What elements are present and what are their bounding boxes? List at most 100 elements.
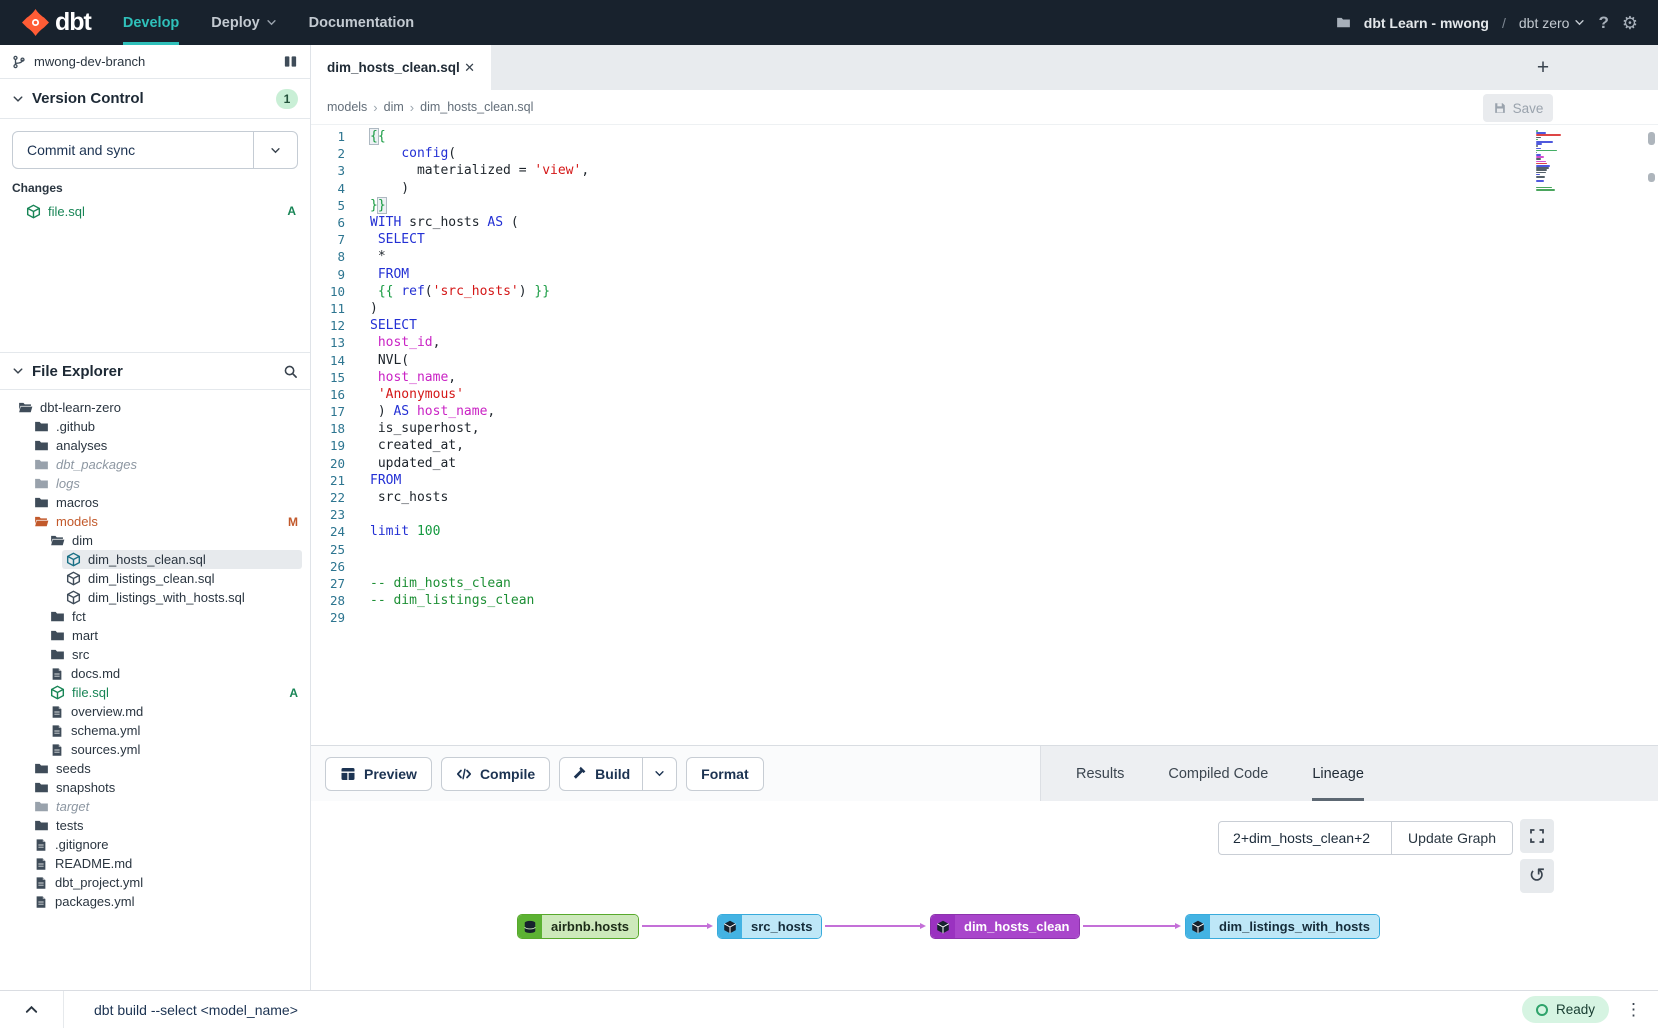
tree-item-packages.yml[interactable]: packages.yml: [0, 892, 310, 911]
lineage-node-dim_hosts_clean[interactable]: dim_hosts_clean: [930, 914, 1080, 939]
tree-item-target[interactable]: target: [0, 797, 310, 816]
lineage-filter-input[interactable]: 2+dim_hosts_clean+2: [1219, 822, 1391, 854]
lineage-node-label: dim_listings_with_hosts: [1210, 915, 1379, 938]
tree-item-models[interactable]: modelsM: [0, 512, 310, 531]
breadcrumb: models › dim › dim_hosts_clean.sql Save: [311, 90, 1658, 125]
file-icon: [34, 857, 48, 871]
tree-item-.gitignore[interactable]: .gitignore: [0, 835, 310, 854]
tree-item-label: fct: [72, 609, 86, 624]
lineage-node-airbnb.hosts[interactable]: airbnb.hosts: [517, 914, 639, 939]
preview-button[interactable]: Preview: [325, 757, 432, 791]
tab-compiled-code[interactable]: Compiled Code: [1168, 746, 1268, 801]
code-line: 25: [311, 541, 1658, 558]
build-options-caret[interactable]: [642, 758, 676, 790]
lineage-filter-group: 2+dim_hosts_clean+2 Update Graph: [1218, 821, 1513, 855]
nav-documentation[interactable]: Documentation: [309, 0, 415, 45]
editor-scrollbar-thumb[interactable]: [1648, 132, 1655, 145]
tree-item-fct[interactable]: fct: [0, 607, 310, 626]
tree-item-.github[interactable]: .github: [0, 417, 310, 436]
tree-item-README.md[interactable]: README.md: [0, 854, 310, 873]
code-line: 16 'Anonymous': [311, 386, 1658, 403]
file-icon: [50, 667, 64, 681]
file-explorer-header[interactable]: File Explorer: [0, 352, 310, 390]
git-status-badge: A: [289, 686, 298, 700]
editor-scrollbar-thumb[interactable]: [1648, 173, 1655, 182]
tree-item-file.sql[interactable]: file.sqlA: [0, 683, 310, 702]
folder-icon: [34, 457, 49, 472]
tree-item-dim[interactable]: dim: [0, 531, 310, 550]
branch-name: mwong-dev-branch: [34, 54, 145, 69]
line-number: 23: [311, 507, 345, 522]
kebab-menu-icon[interactable]: ⋮: [1625, 1000, 1642, 1020]
tree-item-overview.md[interactable]: overview.md: [0, 702, 310, 721]
expand-panel-button[interactable]: [0, 991, 64, 1028]
command-input[interactable]: dbt build --select <model_name>: [94, 1002, 298, 1018]
update-graph-button[interactable]: Update Graph: [1391, 822, 1512, 854]
line-number: 10: [311, 284, 345, 299]
new-tab-button[interactable]: +: [1528, 53, 1558, 83]
tree-item-logs[interactable]: logs: [0, 474, 310, 493]
help-button[interactable]: ?: [1598, 13, 1608, 33]
top-header: dbt Develop Deploy Documentation dbt Lea…: [0, 0, 1658, 45]
tree-item-dbt_packages[interactable]: dbt_packages: [0, 455, 310, 474]
tree-item-schema.yml[interactable]: schema.yml: [0, 721, 310, 740]
breadcrumb-dim[interactable]: dim: [384, 100, 404, 114]
settings-gear-icon[interactable]: ⚙: [1622, 14, 1638, 32]
branch-row[interactable]: mwong-dev-branch: [0, 45, 310, 79]
breadcrumb-models[interactable]: models: [327, 100, 367, 114]
tree-item-sources.yml[interactable]: sources.yml: [0, 740, 310, 759]
file-icon: [34, 895, 48, 909]
environment-selector[interactable]: dbt zero: [1519, 15, 1586, 31]
reset-view-button[interactable]: ↺: [1520, 859, 1554, 893]
tree-item-dim_hosts_clean.sql[interactable]: dim_hosts_clean.sql: [0, 550, 310, 569]
format-button[interactable]: Format: [686, 757, 763, 791]
file-icon: [50, 724, 64, 738]
lineage-node-dim_listings_with_hosts[interactable]: dim_listings_with_hosts: [1185, 914, 1380, 939]
changed-file-row[interactable]: file.sql A: [0, 202, 310, 220]
save-button[interactable]: Save: [1483, 94, 1553, 122]
lineage-edge: [825, 925, 921, 927]
layout-columns-icon[interactable]: [283, 54, 298, 69]
tree-item-mart[interactable]: mart: [0, 626, 310, 645]
nav-deploy[interactable]: Deploy: [211, 0, 276, 45]
tree-item-dim_listings_with_hosts.sql[interactable]: dim_listings_with_hosts.sql: [0, 588, 310, 607]
tree-item-dbt-learn-zero[interactable]: dbt-learn-zero: [0, 398, 310, 417]
compile-button[interactable]: Compile: [441, 757, 550, 791]
lineage-node-src_hosts[interactable]: src_hosts: [717, 914, 822, 939]
code-line: 22 src_hosts: [311, 489, 1658, 506]
build-button[interactable]: Build: [560, 758, 642, 790]
tree-item-label: .gitignore: [55, 837, 108, 852]
tab-dim-hosts-clean[interactable]: dim_hosts_clean.sql ✕: [311, 45, 491, 90]
fullscreen-button[interactable]: [1520, 819, 1554, 853]
breadcrumb-file[interactable]: dim_hosts_clean.sql: [420, 100, 533, 114]
folder-icon: [34, 818, 49, 833]
tree-item-docs.md[interactable]: docs.md: [0, 664, 310, 683]
commit-and-sync-button[interactable]: Commit and sync: [12, 131, 298, 169]
version-control-header[interactable]: Version Control 1: [0, 79, 310, 119]
code-line: 10 {{ ref('src_hosts') }}: [311, 283, 1658, 300]
close-icon[interactable]: ✕: [460, 58, 479, 78]
code-line: 5}}: [311, 197, 1658, 214]
tab-results[interactable]: Results: [1076, 746, 1124, 801]
nav-develop[interactable]: Develop: [123, 0, 179, 45]
command-bar: dbt build --select <model_name> Ready ⋮: [0, 990, 1658, 1028]
tree-item-macros[interactable]: macros: [0, 493, 310, 512]
code-editor[interactable]: 1{{2 config(3 materialized = 'view',4 )5…: [311, 125, 1658, 745]
tree-item-dim_listings_clean.sql[interactable]: dim_listings_clean.sql: [0, 569, 310, 588]
tab-lineage[interactable]: Lineage: [1312, 746, 1364, 801]
project-name: dbt Learn - mwong: [1364, 15, 1489, 31]
tree-item-tests[interactable]: tests: [0, 816, 310, 835]
tree-item-snapshots[interactable]: snapshots: [0, 778, 310, 797]
changes-count-badge: 1: [276, 89, 298, 109]
tree-item-seeds[interactable]: seeds: [0, 759, 310, 778]
code-line: 8 *: [311, 248, 1658, 265]
tree-item-dbt_project.yml[interactable]: dbt_project.yml: [0, 873, 310, 892]
search-icon[interactable]: [283, 364, 298, 379]
minimap[interactable]: [1536, 130, 1562, 193]
dbt-logo-icon: [22, 9, 49, 36]
tree-item-src[interactable]: src: [0, 645, 310, 664]
commit-options-caret[interactable]: [253, 132, 297, 168]
tree-item-analyses[interactable]: analyses: [0, 436, 310, 455]
line-number: 18: [311, 421, 345, 436]
dbt-logo[interactable]: dbt: [0, 8, 91, 37]
